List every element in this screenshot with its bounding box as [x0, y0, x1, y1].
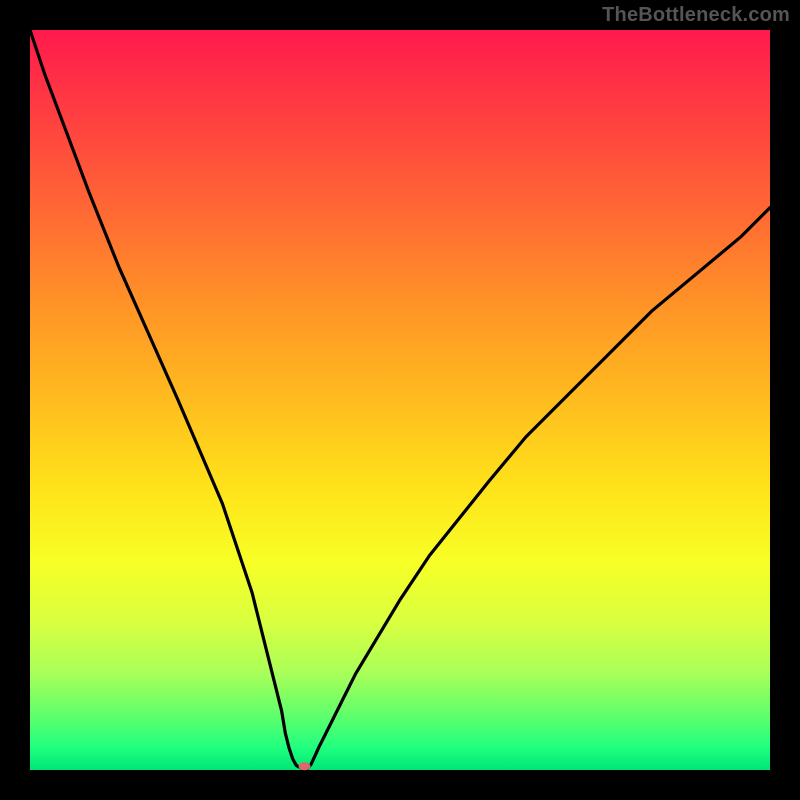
bottleneck-curve: [30, 30, 770, 770]
plot-area: [30, 30, 770, 770]
chart-frame: TheBottleneck.com: [0, 0, 800, 800]
curve-marker: [299, 762, 311, 770]
watermark-text: TheBottleneck.com: [602, 4, 790, 27]
